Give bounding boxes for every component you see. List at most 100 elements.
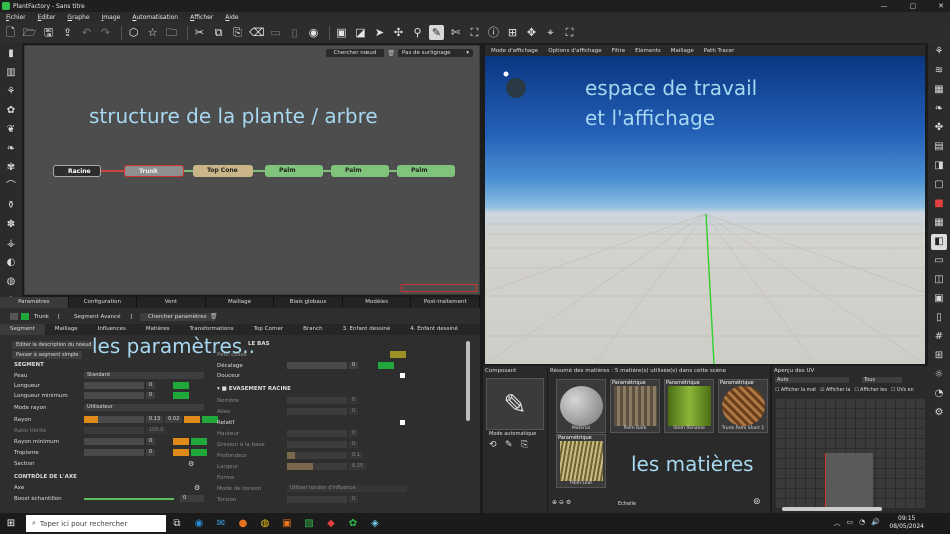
leaf-node-icon[interactable]: ❧ bbox=[3, 141, 19, 157]
tab-vent[interactable]: Vent bbox=[137, 297, 206, 308]
grid-icon[interactable]: # bbox=[931, 329, 947, 345]
param-relatif[interactable]: Relatif bbox=[217, 418, 405, 427]
taskbar-search[interactable]: ⌕ Taper ici pour rechercher bbox=[26, 515, 166, 532]
bush-node-icon[interactable]: ✿ bbox=[3, 103, 19, 119]
param-douceur[interactable]: Douceur bbox=[217, 371, 405, 380]
composant-brush-icon[interactable]: ✎ bbox=[486, 378, 544, 430]
trunk-node-icon[interactable]: ▮ bbox=[3, 46, 19, 62]
section-axis-control[interactable]: CONTRÔLE DE L'AXE bbox=[14, 474, 77, 480]
cut-icon[interactable]: ✂ bbox=[192, 25, 207, 40]
box-icon[interactable]: ▢ bbox=[931, 177, 947, 193]
image-icon[interactable]: ▣ bbox=[334, 25, 349, 40]
node-racine[interactable]: Racine bbox=[53, 165, 101, 177]
camera-icon[interactable]: ⌖ bbox=[543, 25, 558, 40]
param-longueur-min[interactable]: Longueur minimum 0 bbox=[14, 391, 190, 400]
viewport-mode-icon[interactable]: ◧ bbox=[931, 234, 947, 250]
palette-node-icon[interactable]: ◍ bbox=[3, 274, 19, 290]
ungroup-icon[interactable]: ▯ bbox=[287, 25, 302, 40]
trash-icon[interactable]: 🗑 bbox=[210, 313, 218, 320]
link-icon[interactable]: ⊚ bbox=[753, 497, 761, 507]
taskbar-clock[interactable]: 09:15 08/05/2024 bbox=[889, 515, 924, 531]
redo-icon[interactable]: ↷ bbox=[98, 25, 113, 40]
windows-start-icon[interactable]: ⊞ bbox=[0, 518, 22, 529]
app2-icon[interactable]: ▧ bbox=[298, 518, 320, 529]
tab-branch[interactable]: Branch bbox=[293, 324, 332, 335]
color-swatch-icon[interactable]: ■ bbox=[931, 196, 947, 212]
node-top-cone[interactable]: Top Cone bbox=[193, 165, 253, 177]
param-mode-rayon[interactable]: Mode rayon Utilisateur bbox=[14, 403, 204, 412]
param-peau[interactable]: Peau Standard bbox=[14, 371, 204, 380]
extract-icon[interactable]: ⎘ bbox=[521, 440, 528, 450]
settings-icon[interactable]: ⚙ bbox=[931, 405, 947, 421]
trash-icon[interactable]: 🗑 bbox=[387, 50, 395, 57]
edge-icon[interactable]: ◉ bbox=[188, 518, 210, 529]
tab-post-traitement[interactable]: Post-traitement bbox=[411, 297, 481, 308]
param-nombre[interactable]: Nombre 0 bbox=[217, 396, 359, 405]
search-node-button[interactable]: Chercher nœud bbox=[325, 49, 385, 57]
clock-icon[interactable]: ◔ bbox=[931, 386, 947, 402]
undo-icon[interactable]: ↶ bbox=[79, 25, 94, 40]
stem-node-icon[interactable]: ▥ bbox=[3, 65, 19, 81]
graph-minimap[interactable] bbox=[401, 284, 477, 292]
copy-icon[interactable]: ⧉ bbox=[211, 25, 226, 40]
menu-aide[interactable]: Aide bbox=[225, 14, 238, 21]
tab-modeles[interactable]: Modèles bbox=[343, 297, 412, 308]
menu-graphe[interactable]: Graphe bbox=[67, 14, 89, 21]
frame2-icon[interactable]: ▯ bbox=[931, 310, 947, 326]
flower-node-icon[interactable]: ✽ bbox=[3, 217, 19, 233]
pointer-icon[interactable]: ➤ bbox=[372, 25, 387, 40]
curve-node-icon[interactable]: ⌒ bbox=[3, 179, 19, 195]
tab-maillage[interactable]: Maillage bbox=[206, 297, 275, 308]
uv-scrollbar[interactable] bbox=[782, 507, 882, 511]
node-palm-2[interactable]: Palm bbox=[331, 165, 389, 177]
param-rayon-min[interactable]: Rayon minimum 0 bbox=[14, 437, 208, 446]
tree-preset-icon[interactable]: ⚘ bbox=[931, 44, 947, 60]
node-color-swatch[interactable] bbox=[10, 313, 18, 320]
param-mode[interactable]: Segment Avancé bbox=[74, 314, 120, 320]
menu-automatisation[interactable]: Automatisation bbox=[132, 14, 178, 21]
move-icon[interactable]: ✥ bbox=[524, 25, 539, 40]
grid-fine-icon[interactable]: ⊞ bbox=[931, 348, 947, 364]
bulb-node-icon[interactable]: ❦ bbox=[3, 122, 19, 138]
material-card-2[interactable]: Paramétrique Palm Bark bbox=[610, 379, 660, 433]
window-icon[interactable]: ▣ bbox=[931, 291, 947, 307]
material-card-5[interactable]: Paramétrique Palm Leaf bbox=[556, 434, 606, 488]
open-folder-icon[interactable]: 🗁 bbox=[22, 25, 37, 40]
search-params-button[interactable]: Chercher paramètres bbox=[140, 313, 215, 321]
star-icon[interactable]: ☆ bbox=[145, 25, 160, 40]
edit-icon[interactable]: ✎ bbox=[505, 440, 513, 450]
node-palm-1[interactable]: Palm bbox=[265, 165, 323, 177]
info-icon[interactable]: ⓘ bbox=[486, 25, 501, 40]
growth-icon[interactable]: ✤ bbox=[931, 120, 947, 136]
leaves-icon[interactable]: ❧ bbox=[931, 101, 947, 117]
mail-icon[interactable]: ✉ bbox=[210, 518, 232, 529]
tab-configuration[interactable]: Configuration bbox=[69, 297, 138, 308]
tab-segment[interactable]: Segment bbox=[0, 324, 45, 335]
param-forme[interactable]: Forme bbox=[217, 473, 287, 482]
tab-enfant-3[interactable]: 3. Enfant dessiné bbox=[333, 324, 401, 335]
maximize-button[interactable]: ▢ bbox=[910, 0, 917, 12]
refresh-icon[interactable]: ⟲ bbox=[489, 440, 497, 450]
folder-open-icon[interactable]: 🗀 bbox=[164, 25, 179, 40]
node-active-swatch[interactable] bbox=[21, 313, 29, 320]
material-card-3[interactable]: Paramétrique Stem Rename bbox=[664, 379, 714, 433]
lod-icon[interactable]: ◨ bbox=[931, 158, 947, 174]
simple-segment-button[interactable]: Passer à segment simple bbox=[12, 351, 83, 359]
expand-icon[interactable]: ⊞ bbox=[505, 25, 520, 40]
skeleton-icon[interactable]: ⚲ bbox=[410, 25, 425, 40]
param-mode-torsion[interactable]: Mode de torsion Utiliser torsion d'influe… bbox=[217, 484, 407, 493]
param-longueur[interactable]: Longueur 0 bbox=[14, 381, 190, 390]
uv-check-2[interactable]: ☑ Afficher la bbox=[820, 388, 850, 393]
uv-check-4[interactable]: ☐ UVs en bbox=[891, 388, 914, 393]
scissors-icon[interactable]: ✄ bbox=[448, 25, 463, 40]
node-palm-3[interactable]: Palm bbox=[397, 165, 455, 177]
material-card-1[interactable]: Material bbox=[556, 379, 606, 433]
param-boost[interactable]: Boost échantillon 0 bbox=[14, 494, 204, 503]
param-axe[interactable]: Axe ⚙ bbox=[14, 483, 200, 492]
param-decalage[interactable]: Décalage 0 bbox=[217, 361, 395, 370]
cube-icon[interactable]: ⬡ bbox=[126, 25, 141, 40]
uv-check-1[interactable]: ☐ Afficher la mat bbox=[775, 388, 816, 393]
viewport-menu-display-mode[interactable]: Mode d'affichage bbox=[491, 48, 538, 54]
tab-parametres[interactable]: Paramètres bbox=[0, 297, 69, 308]
render-icon[interactable]: ◪ bbox=[353, 25, 368, 40]
